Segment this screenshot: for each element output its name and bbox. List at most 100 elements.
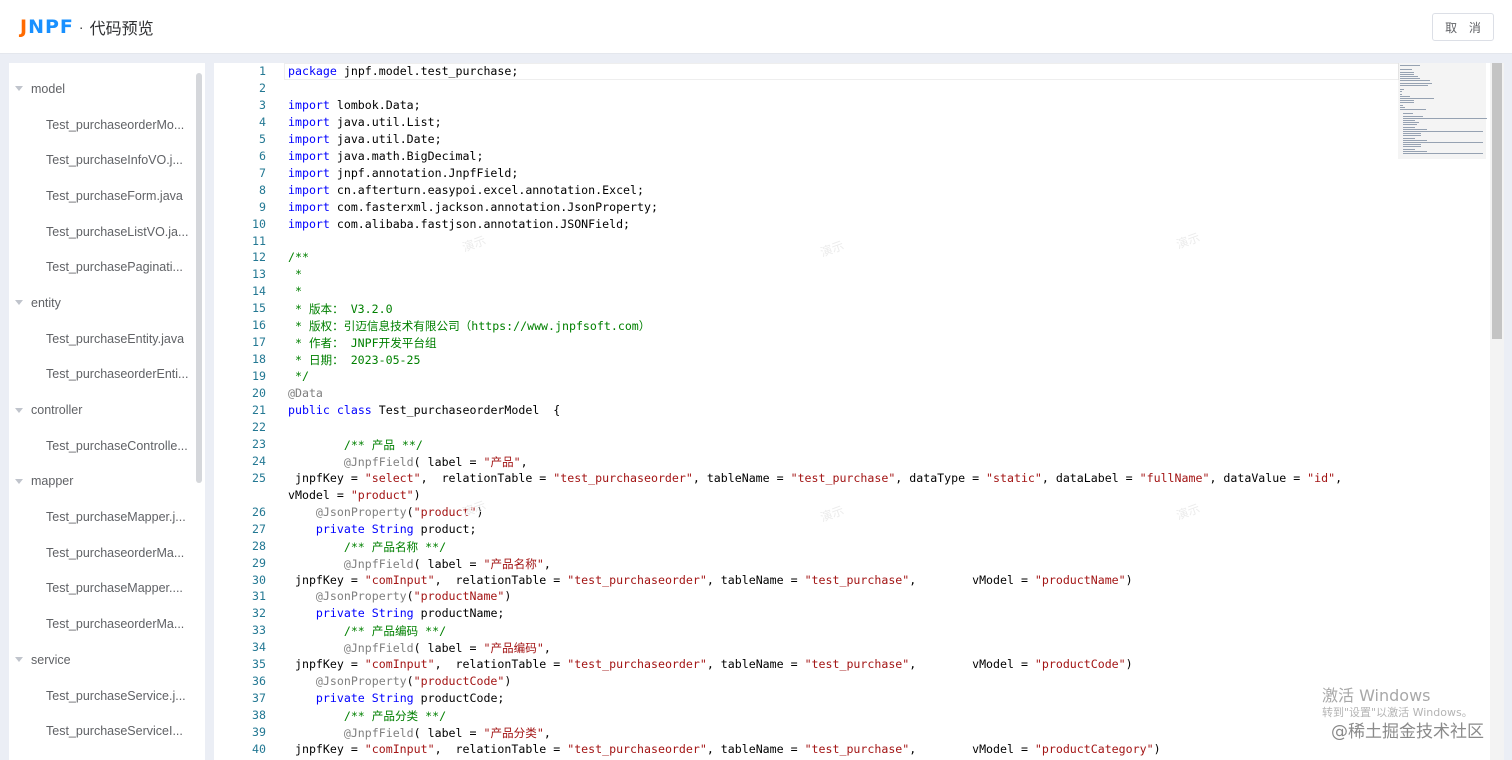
code-line[interactable]: import com.alibaba.fastjson.annotation.J… xyxy=(288,217,630,231)
code-line[interactable]: jnpfKey = "comInput", relationTable = "t… xyxy=(288,657,1133,671)
code-line[interactable]: * 版权：引迈信息技术有限公司（https://www.jnpfsoft.com… xyxy=(288,318,650,334)
code-line[interactable]: * 日期： 2023-05-25 xyxy=(288,352,421,368)
code-line[interactable]: public class Test_purchaseorderModel { xyxy=(288,403,560,417)
code-line[interactable]: * 版本： V3.2.0 xyxy=(288,301,393,317)
tree-file-item[interactable]: Test_purchasePaginati... xyxy=(9,249,195,285)
code-line[interactable]: import cn.afterturn.easypoi.excel.annota… xyxy=(288,183,644,197)
code-line[interactable]: private String product; xyxy=(288,522,477,536)
tree-folder-service[interactable]: service xyxy=(9,642,195,678)
tree-folder-entity[interactable]: entity xyxy=(9,285,195,321)
line-number: 19 xyxy=(252,369,266,384)
line-number: 28 xyxy=(252,538,266,553)
code-line[interactable]: @JnpfField( label = "产品编码", xyxy=(288,640,551,656)
tree-folder-mapper[interactable]: mapper xyxy=(9,464,195,500)
code-editor[interactable]: 1 package jnpf.model.test_purchase; 2 3 impo… xyxy=(214,63,1504,760)
code-line[interactable]: @JsonProperty("productCode") xyxy=(288,674,511,688)
line-number: 7 xyxy=(259,165,266,180)
tree-folder-controller[interactable]: controller xyxy=(9,392,195,428)
tree-folder-label: mapper xyxy=(31,474,74,489)
caret-down-icon xyxy=(15,478,23,484)
code-line[interactable]: import java.util.List; xyxy=(288,115,442,129)
line-number: 21 xyxy=(252,403,266,417)
line-number: 25 xyxy=(252,470,266,485)
tree-file-item[interactable]: Test_purchaseMapper.j... xyxy=(9,499,195,535)
code-line[interactable]: /** xyxy=(288,250,309,264)
line-number: 26 xyxy=(252,504,266,519)
tree-file-label: Test_purchaseControlle... xyxy=(46,438,188,453)
tree-file-item[interactable]: Test_purchaseMapper.... xyxy=(9,571,195,607)
tree-file-label: Test_purchaseorderMo... xyxy=(46,117,185,132)
code-line[interactable]: import java.util.Date; xyxy=(288,132,442,146)
cancel-button[interactable]: 取 消 xyxy=(1432,13,1494,41)
tree-folder-label: model xyxy=(31,81,66,96)
title-separator: · xyxy=(78,19,84,35)
code-line[interactable]: * xyxy=(288,267,302,281)
tree-file-item[interactable]: Test_purchaseControlle... xyxy=(9,428,195,464)
code-line[interactable]: jnpfKey = "comInput", relationTable = "t… xyxy=(288,742,1161,756)
line-number: 35 xyxy=(252,657,266,672)
editor-scrollbar-thumb[interactable] xyxy=(1492,63,1502,339)
code-line[interactable]: @JnpfField( label = "产品分类", xyxy=(288,725,551,741)
tree-file-item[interactable]: Test_purchaseorderMo... xyxy=(9,107,195,143)
tree-file-item[interactable]: Test_purchaseorderEnti... xyxy=(9,357,195,393)
code-line[interactable]: import lombok.Data; xyxy=(288,98,421,112)
line-number: 11 xyxy=(252,233,266,248)
file-tree-panel: model Test_purchaseorderMo... Test_purchas… xyxy=(9,63,205,760)
tree-file-item[interactable]: Test_purchaseService.j... xyxy=(9,678,195,714)
code-line[interactable]: * 作者： JNPF开发平台组 xyxy=(288,335,437,351)
tree-file-label: Test_purchaseForm.java xyxy=(46,188,183,203)
code-line[interactable]: import java.math.BigDecimal; xyxy=(288,149,483,163)
code-line[interactable]: @JnpfField( label = "产品", xyxy=(288,454,528,470)
tree-file-item[interactable]: Test_purchaseForm.java xyxy=(9,178,195,214)
code-line[interactable]: private String productName; xyxy=(288,606,505,620)
jnpf-logo: JNPF xyxy=(20,16,74,38)
code-line[interactable]: vModel = "product") xyxy=(288,488,421,502)
code-line[interactable]: package jnpf.model.test_purchase; xyxy=(288,64,518,78)
code-line[interactable]: /** 产品分类 **/ xyxy=(288,708,446,724)
tree-file-label: Test_purchaseorderMa... xyxy=(46,545,185,560)
line-number: 15 xyxy=(252,301,266,316)
code-line[interactable]: /** 产品 **/ xyxy=(288,437,423,453)
tree-file-item[interactable]: Test_purchaseListVO.ja... xyxy=(9,214,195,250)
minimap-slider[interactable] xyxy=(1398,63,1486,159)
line-number: 8 xyxy=(259,182,266,197)
tree-file-item[interactable]: Test_purchaseorderMa... xyxy=(9,606,195,642)
code-line[interactable]: @JnpfField( label = "产品名称", xyxy=(288,556,551,572)
code-line[interactable]: private String productCode; xyxy=(288,691,505,705)
line-number: 10 xyxy=(252,216,266,231)
code-line[interactable]: /** 产品名称 **/ xyxy=(288,539,446,555)
line-number: 13 xyxy=(252,267,266,282)
line-number: 32 xyxy=(252,606,266,621)
line-number: 27 xyxy=(252,521,266,536)
tree-folder-label: service xyxy=(31,652,71,667)
line-number: 16 xyxy=(252,318,266,333)
tree-file-item[interactable]: Test_purchaseorderMa... xyxy=(9,535,195,571)
code-line[interactable]: @Data xyxy=(288,386,323,400)
line-number: 20 xyxy=(252,386,266,401)
line-number: 18 xyxy=(252,352,266,367)
line-number: 4 xyxy=(259,114,266,129)
line-number: 17 xyxy=(252,335,266,350)
line-number: 31 xyxy=(252,589,266,604)
line-number: 38 xyxy=(252,708,266,723)
tree-file-item[interactable]: Test_purchaseEntity.java xyxy=(9,321,195,357)
line-number: 29 xyxy=(252,555,266,570)
tree-file-item[interactable]: Test_purchaseServiceI... xyxy=(9,713,195,749)
code-line[interactable]: jnpfKey = "select", relationTable = "tes… xyxy=(288,471,1342,485)
code-line[interactable]: import com.fasterxml.jackson.annotation.… xyxy=(288,200,658,214)
sidebar-scrollbar[interactable] xyxy=(196,73,202,483)
code-line[interactable]: */ xyxy=(288,369,309,383)
code-line[interactable]: * xyxy=(288,284,302,298)
code-line[interactable]: jnpfKey = "comInput", relationTable = "t… xyxy=(288,573,1133,587)
tree-file-label: Test_purchasePaginati... xyxy=(46,260,183,275)
code-line[interactable]: @JsonProperty("product") xyxy=(288,505,484,519)
code-line[interactable]: /** 产品编码 **/ xyxy=(288,623,446,639)
windows-activation-title: 激活 Windows xyxy=(1322,686,1431,705)
code-line[interactable]: @JsonProperty("productName") xyxy=(288,589,511,603)
tree-folder-model[interactable]: model xyxy=(9,71,195,107)
tree-folder-label: entity xyxy=(31,295,61,310)
tree-file-label: Test_purchaseorderMa... xyxy=(46,617,185,632)
line-number: 22 xyxy=(252,419,266,434)
code-line[interactable]: import jnpf.annotation.JnpfField; xyxy=(288,166,518,180)
tree-file-item[interactable]: Test_purchaseInfoVO.j... xyxy=(9,142,195,178)
